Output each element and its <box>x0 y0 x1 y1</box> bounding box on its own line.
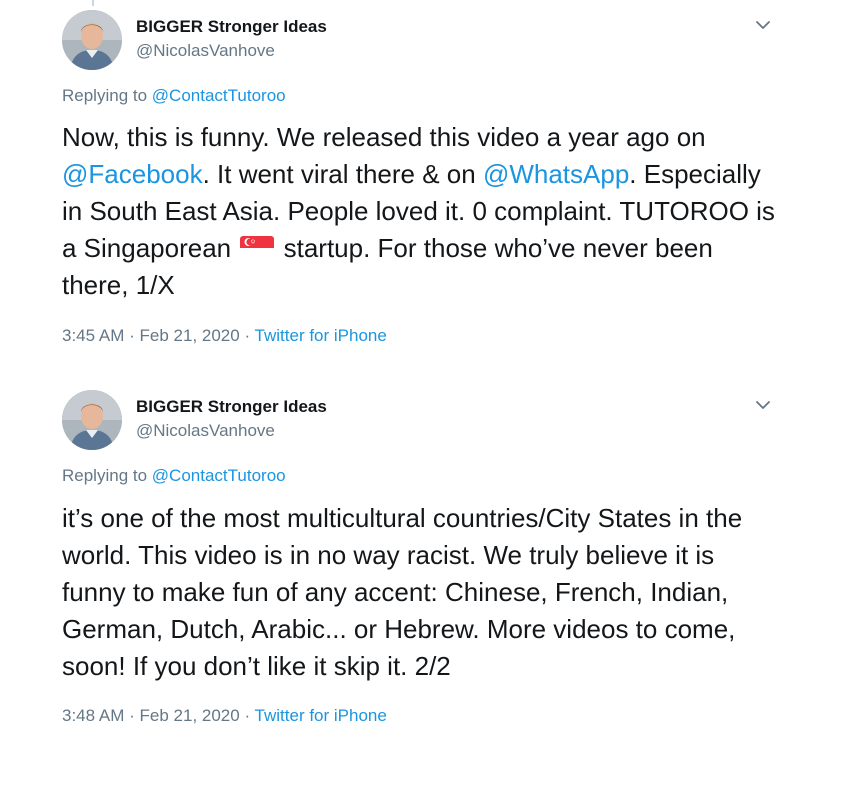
tweet-source-link[interactable]: Twitter for iPhone <box>255 326 387 345</box>
author-handle[interactable]: @NicolasVanhove <box>136 421 275 441</box>
avatar[interactable] <box>62 10 122 70</box>
tweet-metadata: 3:48 AM · Feb 21, 2020 · Twitter for iPh… <box>62 706 387 726</box>
chevron-down-icon[interactable] <box>752 14 774 36</box>
replying-to-line: Replying to @ContactTutoroo <box>62 466 286 486</box>
replying-to-mention-link[interactable]: @ContactTutoroo <box>152 466 286 485</box>
avatar[interactable] <box>62 390 122 450</box>
author-display-name[interactable]: BIGGER Stronger Ideas <box>136 17 327 37</box>
tweet-date[interactable]: Feb 21, 2020 <box>140 706 240 725</box>
meta-separator: · <box>244 706 251 725</box>
tweet-source-link[interactable]: Twitter for iPhone <box>255 706 387 725</box>
author-display-name[interactable]: BIGGER Stronger Ideas <box>136 397 327 417</box>
singapore-flag-icon <box>240 236 275 260</box>
replying-to-mention-link[interactable]: @ContactTutoroo <box>152 86 286 105</box>
thread-connector-line <box>92 0 94 6</box>
tweet-time[interactable]: 3:48 AM <box>62 706 124 725</box>
tweet-text-segment: . It went viral there & on <box>202 159 483 189</box>
tweet-time[interactable]: 3:45 AM <box>62 326 124 345</box>
meta-separator: · <box>129 706 135 725</box>
tweet-metadata: 3:45 AM · Feb 21, 2020 · Twitter for iPh… <box>62 326 387 346</box>
replying-to-line: Replying to @ContactTutoroo <box>62 86 286 106</box>
meta-separator: · <box>129 326 135 345</box>
tweet-text: it’s one of the most multicultural count… <box>62 503 743 681</box>
chevron-down-icon[interactable] <box>752 394 774 416</box>
tweet-text: Now, this is funny. We released this vid… <box>62 119 782 304</box>
author-handle[interactable]: @NicolasVanhove <box>136 41 275 61</box>
tweet-date[interactable]: Feb 21, 2020 <box>140 326 240 345</box>
mention-link-facebook[interactable]: @Facebook <box>62 159 203 189</box>
replying-to-label: Replying to <box>62 466 148 485</box>
tweet-text-segment: Now, this is funny. We released this vid… <box>62 122 706 152</box>
mention-link-whatsapp[interactable]: @WhatsApp <box>483 159 629 189</box>
meta-separator: · <box>244 326 251 345</box>
replying-to-label: Replying to <box>62 86 148 105</box>
